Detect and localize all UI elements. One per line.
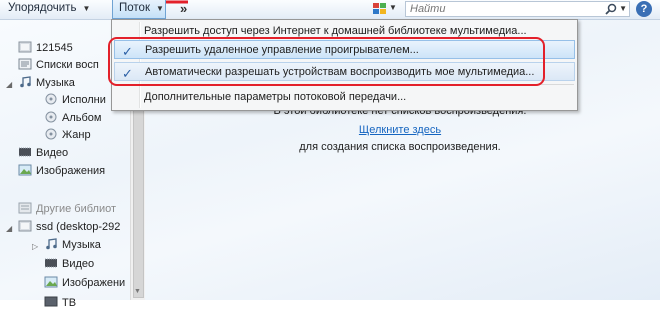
- create-playlist-hint: для создания списка воспроизведения.: [299, 141, 501, 153]
- nav-item-label: Изображени: [62, 277, 126, 289]
- stream-button[interactable]: Поток ▼: [112, 0, 166, 19]
- playlist-icon: [18, 58, 32, 70]
- nav-item-label: Жанр: [62, 129, 91, 141]
- more-commands-button[interactable]: »: [180, 0, 187, 19]
- album-icon: [45, 111, 57, 123]
- expand-music-icon[interactable]: ◢: [6, 80, 12, 89]
- search-input[interactable]: [406, 2, 590, 16]
- create-playlist-link[interactable]: Щелкните здесь: [359, 124, 441, 136]
- pictures-icon: [18, 164, 32, 176]
- nav-item-ssd-video[interactable]: Видео: [44, 257, 94, 272]
- search-icon[interactable]: [605, 3, 617, 15]
- music-icon: [20, 76, 31, 88]
- nav-item-label: Видео: [62, 258, 95, 270]
- nav-item-artist[interactable]: Исполни: [44, 93, 106, 108]
- highlight-annotation: [108, 37, 545, 86]
- nav-item-music[interactable]: Музыка: [18, 76, 75, 91]
- nav-item-label: ТВ: [62, 297, 77, 309]
- nav-item-video[interactable]: Видео: [18, 146, 68, 161]
- user-library-icon: [18, 220, 32, 232]
- stream-label: Поток: [119, 2, 150, 14]
- expand-ssd-icon[interactable]: ◢: [6, 224, 12, 233]
- stream-dropdown-icon: ▼: [155, 4, 164, 13]
- genre-icon: [45, 128, 57, 140]
- nav-item-ssd[interactable]: ssd (desktop-292: [18, 220, 120, 235]
- help-icon[interactable]: ?: [636, 1, 652, 17]
- menu-item-label: Дополнительные параметры потоковой перед…: [144, 91, 407, 103]
- search-dropdown-icon[interactable]: ▼: [619, 4, 627, 13]
- scroll-down-icon[interactable]: ▼: [134, 288, 141, 295]
- nav-item-label: Другие библиот: [36, 203, 117, 215]
- nav-item-other-libraries[interactable]: Другие библиот: [18, 202, 116, 217]
- nav-item-genre[interactable]: Жанр: [44, 128, 91, 143]
- organize-button[interactable]: Упорядочить ▼: [8, 0, 90, 19]
- nav-item-label: Изображения: [36, 165, 106, 177]
- search-box[interactable]: ▼: [405, 1, 630, 17]
- nav-item-label: ssd (desktop-292: [36, 221, 121, 233]
- organize-dropdown-icon: ▼: [82, 4, 91, 13]
- nav-item-ssd-pictures[interactable]: Изображени: [44, 276, 125, 291]
- nav-item-ssd-tv[interactable]: ТВ: [44, 296, 76, 311]
- nav-item-user[interactable]: 121545: [18, 41, 73, 56]
- organize-label: Упорядочить: [8, 2, 77, 14]
- user-library-icon: [18, 41, 32, 53]
- nav-item-label: Списки восп: [36, 59, 99, 71]
- nav-item-playlists[interactable]: Списки восп: [18, 58, 99, 73]
- nav-item-label: Альбом: [62, 112, 102, 124]
- create-playlist-link-row: Щелкните здесь: [250, 124, 550, 136]
- nav-item-label: Видео: [36, 147, 69, 159]
- music-icon: [46, 238, 57, 250]
- video-icon: [45, 258, 57, 268]
- nav-item-label: Музыка: [36, 77, 75, 89]
- other-libraries-icon: [18, 202, 32, 214]
- expand-ssd-music-icon[interactable]: ▷: [32, 242, 38, 251]
- nav-item-album[interactable]: Альбом: [44, 111, 101, 126]
- command-bar: Упорядочить ▼ Поток ▼ » ▼ ▼ ?: [0, 0, 660, 20]
- view-options-dropdown-icon[interactable]: ▼: [389, 3, 397, 12]
- pictures-icon: [44, 276, 58, 288]
- view-options-icon[interactable]: [373, 3, 386, 15]
- nav-item-label: 121545: [36, 42, 73, 54]
- nav-item-label: Музыка: [62, 239, 101, 251]
- artist-icon: [45, 93, 57, 105]
- video-icon: [19, 147, 31, 157]
- nav-item-label: Исполни: [62, 94, 106, 106]
- nav-item-ssd-music[interactable]: Музыка: [44, 238, 101, 253]
- nav-item-pictures[interactable]: Изображения: [18, 164, 105, 179]
- tv-icon: [44, 296, 58, 307]
- menu-item-more-streaming-options[interactable]: Дополнительные параметры потоковой перед…: [114, 88, 575, 107]
